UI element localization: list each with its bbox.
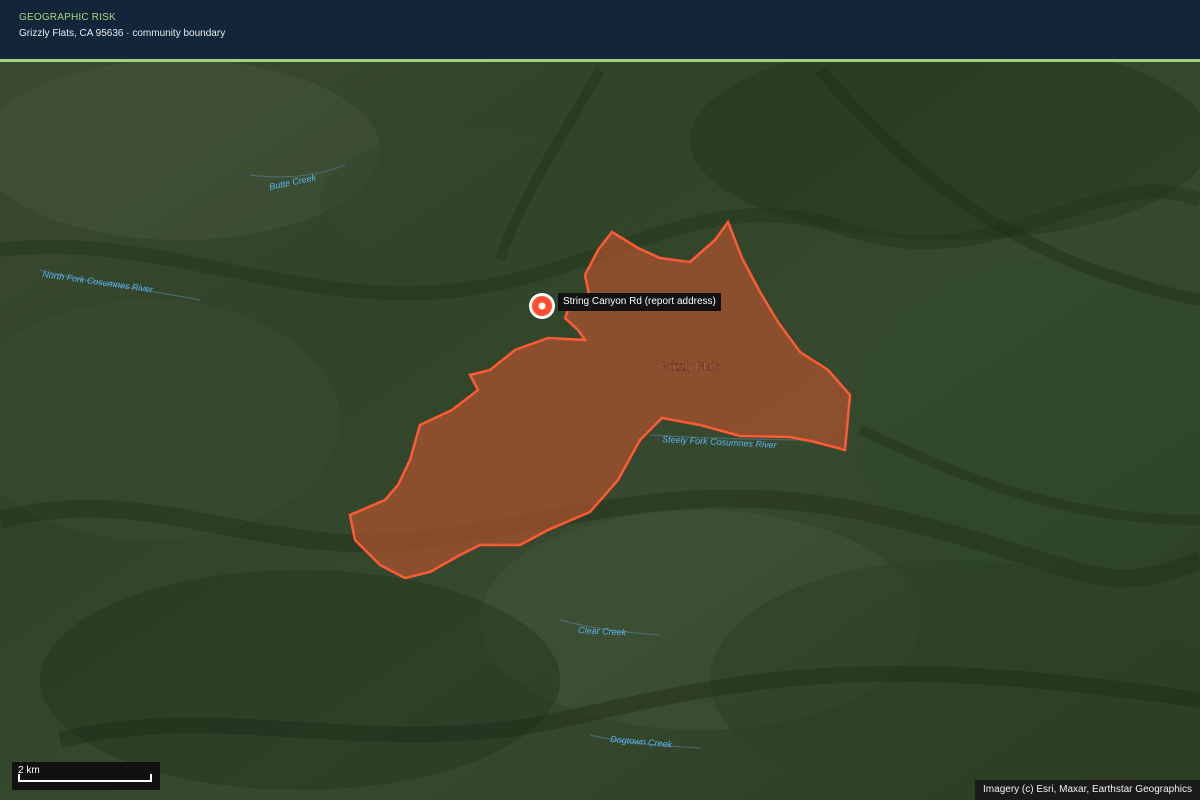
section-eyebrow: GEOGRAPHIC RISK [19, 12, 116, 23]
community-label: Grizzly Flats [660, 361, 721, 373]
scale-label: 2 km [18, 765, 40, 776]
report-address-marker[interactable] [529, 293, 555, 319]
imagery-attribution: Imagery (c) Esri, Maxar, Earthstar Geogr… [975, 780, 1200, 800]
marker-label: String Canyon Rd (report address) [558, 293, 721, 311]
location-subtitle: Grizzly Flats, CA 95636 · community boun… [19, 28, 226, 39]
scale-bar: 2 km [12, 762, 160, 790]
map-header: GEOGRAPHIC RISK Grizzly Flats, CA 95636 … [0, 0, 1200, 62]
scale-line [18, 780, 152, 782]
scale-tick-right [150, 774, 152, 782]
satellite-map[interactable]: Grizzly Flats Butte Creek North Fork Cos… [0, 0, 1200, 800]
